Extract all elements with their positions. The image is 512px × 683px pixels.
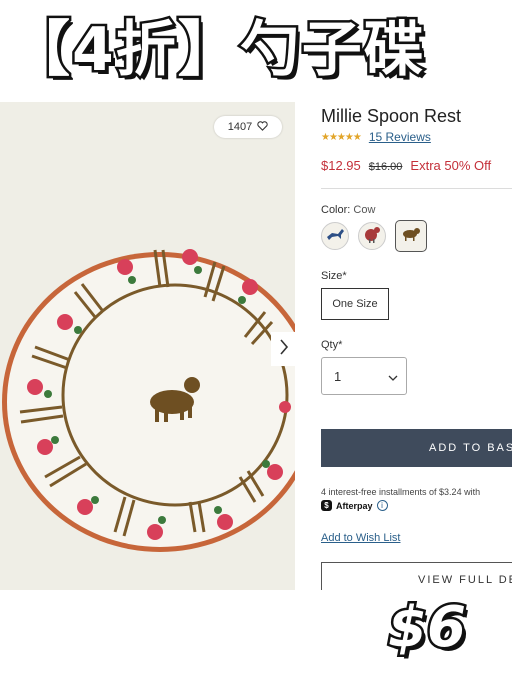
rating-row: ★★★★★ 15 Reviews	[321, 130, 431, 144]
info-icon[interactable]: i	[376, 500, 388, 511]
sale-price: $12.95	[321, 158, 361, 173]
color-swatches	[321, 220, 427, 252]
swatch-cow[interactable]	[395, 220, 427, 252]
product-image[interactable]	[0, 102, 295, 590]
likes-count: 1407	[227, 121, 253, 133]
cow-icon	[400, 226, 422, 247]
afterpay-row: $ Afterpay i	[321, 500, 388, 511]
wishlist-link[interactable]: Add to Wish List	[321, 532, 400, 544]
goat-icon	[324, 226, 346, 247]
color-label: Color: Cow	[321, 204, 376, 216]
reviews-link[interactable]: 15 Reviews	[369, 130, 431, 144]
banner: 【4折】勺子碟	[0, 0, 512, 100]
size-label: Size*	[321, 270, 347, 282]
price-row: $12.95 $16.00 Extra 50% Off	[321, 158, 491, 173]
swatch-rooster[interactable]	[358, 222, 386, 250]
product-title: Millie Spoon Rest	[321, 106, 462, 126]
heart-outline-icon	[257, 120, 268, 134]
afterpay-logo-icon: $	[321, 500, 332, 511]
star-rating-icon: ★★★★★	[321, 131, 362, 143]
qty-label: Qty*	[321, 339, 343, 351]
view-full-details-button[interactable]: VIEW FULL DE	[321, 562, 512, 590]
qty-value: 1	[334, 368, 342, 384]
chevron-down-icon	[388, 369, 398, 384]
swatch-goat[interactable]	[321, 222, 349, 250]
price-sticker: $6	[386, 593, 469, 663]
color-value: Cow	[353, 204, 376, 216]
banner-title: 【4折】勺子碟	[8, 13, 427, 88]
installments-text: 4 interest-free installments of $3.24 wi…	[321, 487, 481, 497]
promo-text: Extra 50% Off	[410, 158, 492, 173]
likes-badge[interactable]: 1407	[214, 116, 282, 138]
afterpay-label: Afterpay	[336, 500, 373, 511]
add-to-basket-button[interactable]: ADD TO BAS	[321, 429, 512, 467]
divider	[321, 188, 512, 189]
chevron-right-icon	[279, 338, 289, 360]
rooster-icon	[362, 225, 382, 248]
plate-illustration	[0, 102, 295, 590]
quantity-select[interactable]: 1	[321, 357, 407, 395]
product-info: Millie Spoon Rest ★★★★★ 15 Reviews $12.9…	[321, 102, 512, 590]
size-option-button[interactable]: One Size	[321, 288, 389, 320]
original-price: $16.00	[368, 161, 403, 173]
next-image-button[interactable]	[271, 332, 297, 366]
